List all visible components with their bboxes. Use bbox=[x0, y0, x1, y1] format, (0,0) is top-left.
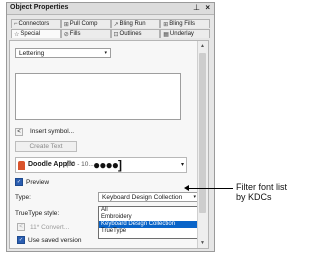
type-label: Type: bbox=[15, 194, 31, 201]
scrollbar-thumb[interactable] bbox=[199, 53, 206, 213]
expand-button[interactable]: < bbox=[15, 127, 23, 136]
convert-label: 11* Convert... bbox=[30, 223, 70, 231]
scroll-down-icon[interactable]: ▼ bbox=[200, 240, 205, 246]
dropdown-option-all[interactable]: All bbox=[99, 207, 199, 214]
insert-symbol-link[interactable]: Insert symbol... bbox=[30, 128, 74, 135]
panel-title: Object Properties bbox=[10, 4, 69, 11]
callout-text: Filter font list by KDCs bbox=[236, 182, 287, 202]
dropdown-option-truetype[interactable]: TrueType bbox=[99, 228, 199, 235]
star-icon: ☆ bbox=[14, 31, 20, 38]
panel-titlebar: Object Properties ⊥ × bbox=[7, 3, 214, 15]
font-sample: ●●●●] bbox=[93, 158, 122, 172]
create-text-button[interactable]: Create Text bbox=[15, 141, 77, 152]
insert-symbol-row: < Insert symbol... bbox=[15, 127, 74, 136]
tab-underlay[interactable]: ▦ Underlay bbox=[160, 29, 210, 38]
truetype-style-label: TrueType style: bbox=[15, 210, 60, 217]
preview-checkbox[interactable]: ✓ bbox=[15, 178, 23, 186]
type-select[interactable]: Keyboard Design Collection ▾ bbox=[98, 192, 200, 202]
properties-content: Lettering ▾ < Insert symbol... Create Te… bbox=[9, 40, 209, 249]
preview-label: Preview bbox=[26, 178, 50, 186]
object-properties-panel: Object Properties ⊥ × ⌐ Connectors ⊞ Pul… bbox=[6, 2, 215, 252]
dropdown-option-kdc[interactable]: Keyboard Design Collection bbox=[99, 221, 199, 228]
tab-strip: ⌐ Connectors ⊞ Pull Comp ↗ Bling Run ⊞ B… bbox=[11, 19, 210, 41]
fills-icon: ⊘ bbox=[63, 31, 69, 38]
outlines-icon: ⊡ bbox=[113, 31, 119, 38]
vertical-scrollbar[interactable]: ▲ ▼ bbox=[197, 41, 208, 248]
underlay-icon: ▦ bbox=[163, 31, 169, 38]
tab-pull-comp[interactable]: ⊞ Pull Comp bbox=[60, 19, 111, 28]
use-saved-version-checkbox[interactable]: ✓ bbox=[17, 236, 25, 244]
use-saved-version-label: Use saved version bbox=[28, 236, 82, 244]
font-icon bbox=[18, 161, 25, 170]
bling-run-icon: ↗ bbox=[113, 21, 119, 28]
connector-icon: ⌐ bbox=[14, 21, 18, 27]
callout-line-1: Filter font list bbox=[236, 182, 288, 192]
chevron-down-icon: ▾ bbox=[180, 162, 184, 168]
type-value: Keyboard Design Collection bbox=[102, 194, 183, 201]
object-type-select[interactable]: Lettering ▾ bbox=[15, 48, 111, 58]
bling-fills-icon: ⊞ bbox=[163, 21, 169, 28]
convert-row: < 11* Convert... bbox=[17, 223, 69, 231]
object-type-value: Lettering bbox=[19, 50, 45, 57]
font-select[interactable]: Doodle Applic (70 - 10... ●●●●] ▾ bbox=[15, 157, 187, 173]
use-saved-version-row[interactable]: ✓ Use saved version bbox=[17, 236, 81, 244]
tab-special[interactable]: ☆ Special bbox=[11, 29, 61, 38]
dropdown-option-embroidery[interactable]: Embroidery bbox=[99, 214, 199, 221]
pull-comp-icon: ⊞ bbox=[63, 21, 69, 28]
pin-icon[interactable]: ⊥ bbox=[193, 3, 200, 12]
tab-bling-fills[interactable]: ⊞ Bling Fills bbox=[160, 19, 210, 28]
scroll-up-icon[interactable]: ▲ bbox=[200, 43, 205, 49]
tab-bling-run[interactable]: ↗ Bling Run bbox=[110, 19, 161, 28]
type-dropdown-list: All Embroidery Keyboard Design Collectio… bbox=[98, 206, 200, 239]
callout-line-2: by KDCs bbox=[236, 192, 272, 202]
tab-outlines[interactable]: ⊡ Outlines bbox=[110, 29, 161, 38]
close-icon[interactable]: × bbox=[205, 3, 210, 12]
chevron-down-icon: ▾ bbox=[104, 50, 107, 56]
tab-connectors[interactable]: ⌐ Connectors bbox=[11, 19, 61, 28]
lettering-text-input[interactable] bbox=[15, 73, 181, 120]
chevron-down-icon: ▾ bbox=[193, 194, 196, 200]
preview-checkbox-row[interactable]: ✓ Preview bbox=[15, 178, 49, 186]
font-size-range: (70 - 10... bbox=[66, 161, 94, 168]
expand-button-disabled: < bbox=[17, 223, 25, 231]
tab-fills[interactable]: ⊘ Fills bbox=[60, 29, 111, 38]
callout-line bbox=[188, 188, 233, 189]
